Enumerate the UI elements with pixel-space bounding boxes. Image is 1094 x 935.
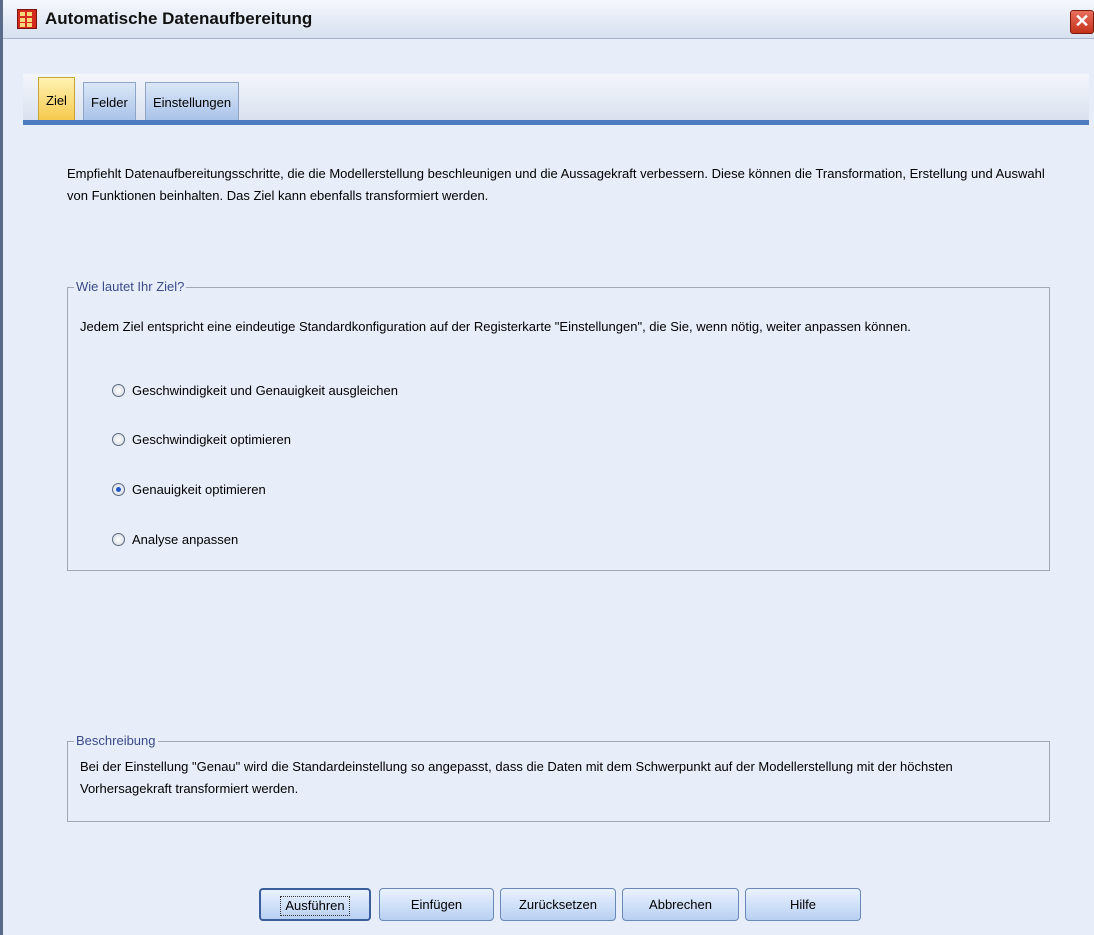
tab-einstellungen[interactable]: Einstellungen bbox=[145, 82, 240, 120]
goal-group-legend: Wie lautet Ihr Ziel? bbox=[74, 279, 187, 294]
cancel-button[interactable]: Abbrechen bbox=[622, 888, 739, 921]
paste-button[interactable]: Einfügen bbox=[379, 888, 494, 921]
tab-ziel[interactable]: Ziel bbox=[38, 77, 75, 121]
dialog-window: Automatische Datenaufbereitung ✕ Ziel Fe… bbox=[0, 0, 1094, 935]
close-button[interactable]: ✕ bbox=[1070, 10, 1094, 34]
tab-felder[interactable]: Felder bbox=[83, 82, 136, 120]
radio-circle[interactable] bbox=[112, 532, 125, 546]
radio-speed[interactable]: Geschwindigkeit optimieren bbox=[112, 429, 291, 449]
run-button-label: Ausführen bbox=[280, 896, 350, 916]
radio-circle-selected[interactable] bbox=[112, 482, 125, 496]
description-group-legend: Beschreibung bbox=[74, 733, 158, 748]
radio-label: Geschwindigkeit und Genauigkeit ausgleic… bbox=[132, 382, 398, 398]
radio-balance[interactable]: Geschwindigkeit und Genauigkeit ausgleic… bbox=[112, 380, 398, 400]
title-bar[interactable]: Automatische Datenaufbereitung ✕ bbox=[3, 0, 1094, 39]
radio-circle[interactable] bbox=[112, 432, 125, 446]
radio-label: Geschwindigkeit optimieren bbox=[132, 431, 291, 447]
radio-label: Genauigkeit optimieren bbox=[132, 481, 266, 497]
goal-group-description: Jedem Ziel entspricht eine eindeutige St… bbox=[80, 319, 911, 334]
radio-accuracy[interactable]: Genauigkeit optimieren bbox=[112, 479, 266, 499]
radio-custom[interactable]: Analyse anpassen bbox=[112, 529, 238, 549]
intro-text: Empfiehlt Datenaufbereitungsschritte, di… bbox=[67, 166, 1045, 203]
help-button[interactable]: Hilfe bbox=[745, 888, 861, 921]
reset-button[interactable]: Zurücksetzen bbox=[500, 888, 616, 921]
spreadsheet-icon bbox=[17, 9, 37, 29]
description-text: Bei der Einstellung "Genau" wird die Sta… bbox=[80, 759, 953, 796]
window-title: Automatische Datenaufbereitung bbox=[45, 9, 313, 28]
radio-circle[interactable] bbox=[112, 383, 125, 397]
radio-label: Analyse anpassen bbox=[132, 531, 239, 547]
description-group: Beschreibung Bei der Einstellung "Genau"… bbox=[67, 733, 1050, 822]
run-button[interactable]: Ausführen bbox=[259, 888, 371, 921]
tab-underline bbox=[23, 120, 1089, 125]
goal-group: Wie lautet Ihr Ziel? Jedem Ziel entspric… bbox=[67, 279, 1050, 571]
